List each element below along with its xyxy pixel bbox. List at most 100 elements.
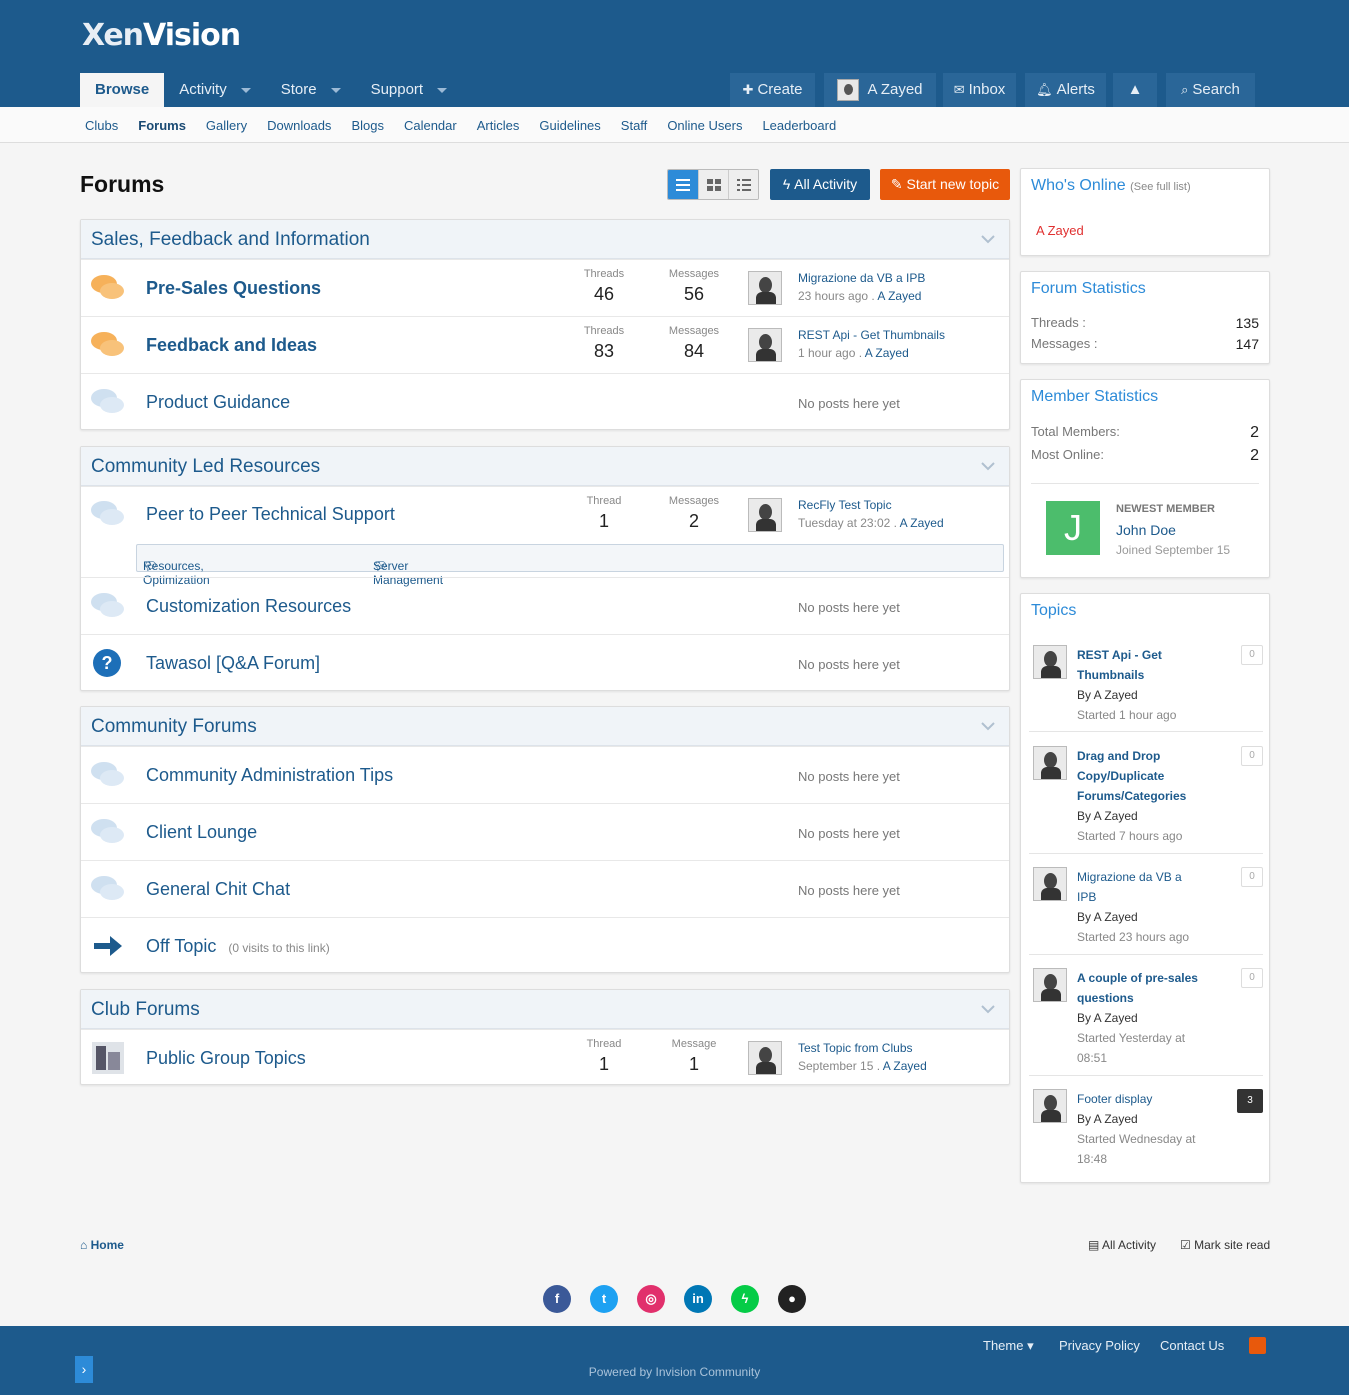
last-post-title[interactable]: REST Api - Get Thumbnails <box>798 328 945 342</box>
nav-activity[interactable]: Activity <box>164 73 266 107</box>
table-view-button[interactable] <box>668 170 698 199</box>
nav-browse[interactable]: Browse <box>80 73 165 107</box>
contact-us-link[interactable]: Contact Us <box>1160 1338 1224 1353</box>
forum-row[interactable]: Community Administration Tips No posts h… <box>81 746 1009 803</box>
chevron-down-icon[interactable] <box>981 719 995 733</box>
forum-title[interactable]: Customization Resources <box>146 596 351 617</box>
forum-title[interactable]: Product Guidance <box>146 392 290 413</box>
last-post-title[interactable]: Test Topic from Clubs <box>798 1041 913 1055</box>
all-activity-button[interactable]: ϟ All Activity <box>770 169 870 200</box>
category-header[interactable]: Community Forums <box>81 707 1009 746</box>
forum-row[interactable]: General Chit Chat No posts here yet <box>81 860 1009 917</box>
last-post-user[interactable]: A Zayed <box>883 1059 927 1073</box>
subnav-guidelines[interactable]: Guidelines <box>539 118 600 133</box>
topic-item[interactable]: Footer display By A Zayed Started Wednes… <box>1029 1089 1263 1169</box>
forum-title[interactable]: Peer to Peer Technical Support <box>146 504 395 525</box>
forum-title[interactable]: Client Lounge <box>146 822 257 843</box>
grid-view-button[interactable] <box>698 170 728 199</box>
nav-support[interactable]: Support <box>356 73 463 107</box>
create-button[interactable]: ✚ Create <box>730 73 815 107</box>
avatar[interactable] <box>1033 867 1067 901</box>
topic-item[interactable]: Migrazione da VB a IPB By A Zayed Started… <box>1029 867 1263 955</box>
avatar[interactable] <box>748 271 782 305</box>
facebook-icon[interactable]: f <box>543 1285 571 1313</box>
topic-title[interactable]: Footer display <box>1077 1089 1217 1109</box>
topic-item[interactable]: Drag and Drop Copy/Duplicate Forums/Catego… <box>1029 746 1263 854</box>
site-logo[interactable]: XenVision <box>82 18 241 53</box>
discord-icon[interactable]: ● <box>778 1285 806 1313</box>
forum-row[interactable]: Customization Resources No posts here ye… <box>81 577 1009 634</box>
twitter-icon[interactable]: t <box>590 1285 618 1313</box>
forum-title[interactable]: Community Administration Tips <box>146 765 393 786</box>
instagram-icon[interactable]: ◎ <box>637 1285 665 1313</box>
avatar[interactable] <box>1033 645 1067 679</box>
topic-title[interactable]: A couple of pre-sales questions <box>1077 968 1217 1008</box>
subnav-clubs[interactable]: Clubs <box>85 118 118 133</box>
breadcrumb-home[interactable]: ⌂ Home <box>80 1238 124 1252</box>
nav-store[interactable]: Store <box>266 73 356 107</box>
user-menu[interactable]: A Zayed <box>824 73 936 107</box>
forum-row[interactable]: Client Lounge No posts here yet <box>81 803 1009 860</box>
subnav-gallery[interactable]: Gallery <box>206 118 247 133</box>
topic-title[interactable]: Migrazione da VB a IPB <box>1077 867 1217 907</box>
topic-title[interactable]: Drag and Drop Copy/Duplicate Forums/Catego… <box>1077 746 1217 806</box>
newest-member-name[interactable]: John Doe <box>1116 522 1176 538</box>
inbox-button[interactable]: ✉ Inbox <box>943 73 1016 107</box>
topic-item[interactable]: A couple of pre-sales questions By A Zaye… <box>1029 968 1263 1076</box>
chevron-right-icon[interactable]: › <box>75 1356 93 1383</box>
subnav-staff[interactable]: Staff <box>621 118 648 133</box>
subnav-online-users[interactable]: Online Users <box>667 118 742 133</box>
topic-item[interactable]: REST Api - Get Thumbnails By A Zayed Star… <box>1029 645 1263 732</box>
avatar[interactable] <box>748 328 782 362</box>
report-button[interactable]: ▲ <box>1113 73 1157 107</box>
search-button[interactable]: ⌕ Search <box>1166 73 1255 107</box>
forum-title[interactable]: General Chit Chat <box>146 879 290 900</box>
avatar[interactable] <box>1033 746 1067 780</box>
subnav-calendar[interactable]: Calendar <box>404 118 457 133</box>
forum-title[interactable]: Public Group Topics <box>146 1048 306 1069</box>
avatar[interactable] <box>1033 1089 1067 1123</box>
last-post-user[interactable]: A Zayed <box>877 289 921 303</box>
privacy-policy-link[interactable]: Privacy Policy <box>1059 1338 1140 1353</box>
topic-title[interactable]: REST Api - Get Thumbnails <box>1077 645 1217 685</box>
forum-title[interactable]: Feedback and Ideas <box>146 335 317 356</box>
deviantart-icon[interactable]: ϟ <box>731 1285 759 1313</box>
last-post-title[interactable]: Migrazione da VB a IPB <box>798 271 925 285</box>
last-post-user[interactable]: A Zayed <box>865 346 909 360</box>
forum-title[interactable]: Pre-Sales Questions <box>146 278 321 299</box>
subnav-articles[interactable]: Articles <box>477 118 520 133</box>
avatar[interactable] <box>748 1041 782 1075</box>
forum-title[interactable]: Tawasol [Q&A Forum] <box>146 653 320 674</box>
chevron-down-icon[interactable] <box>981 459 995 473</box>
forum-row[interactable]: ? Tawasol [Q&A Forum] No posts here yet <box>81 634 1009 691</box>
subnav-leaderboard[interactable]: Leaderboard <box>762 118 836 133</box>
category-header[interactable]: Community Led Resources <box>81 447 1009 486</box>
linkedin-icon[interactable]: in <box>684 1285 712 1313</box>
fluid-view-button[interactable] <box>728 170 758 199</box>
mark-site-read-link[interactable]: ☑ Mark site read <box>1180 1238 1270 1252</box>
forum-row[interactable]: Feedback and Ideas Threads 83 Messages 84 … <box>81 316 1009 373</box>
footer-all-activity-link[interactable]: ▤ All Activity <box>1088 1238 1156 1252</box>
forum-row[interactable]: Product Guidance No posts here yet <box>81 373 1009 430</box>
see-full-list-link[interactable]: (See full list) <box>1130 181 1191 193</box>
subnav-forums[interactable]: Forums <box>138 118 186 133</box>
theme-selector[interactable]: Theme ▾ <box>983 1338 1034 1354</box>
forum-row[interactable]: Peer to Peer Technical Support Thread 1 M… <box>81 486 1009 587</box>
online-user[interactable]: A Zayed <box>1036 223 1084 238</box>
subnav-downloads[interactable]: Downloads <box>267 118 331 133</box>
chevron-down-icon[interactable] <box>981 1002 995 1016</box>
forum-title[interactable]: Off Topic (0 visits to this link) <box>146 936 330 957</box>
alerts-button[interactable]: 🔔︎ Alerts <box>1025 73 1106 107</box>
last-post-user[interactable]: A Zayed <box>900 516 944 530</box>
last-post-title[interactable]: RecFly Test Topic <box>798 498 892 512</box>
forum-row[interactable]: Pre-Sales Questions Threads 46 Messages 56… <box>81 259 1009 316</box>
avatar[interactable] <box>748 498 782 532</box>
rss-icon[interactable] <box>1249 1337 1266 1354</box>
newest-member-avatar[interactable]: J <box>1046 501 1100 555</box>
category-header[interactable]: Sales, Feedback and Information <box>81 220 1009 259</box>
start-new-topic-button[interactable]: ✎ Start new topic <box>880 169 1010 200</box>
avatar[interactable] <box>1033 968 1067 1002</box>
subnav-blogs[interactable]: Blogs <box>351 118 384 133</box>
forum-row[interactable]: Public Group Topics Thread 1 Message 1 Tes… <box>81 1029 1009 1086</box>
category-header[interactable]: Club Forums <box>81 990 1009 1029</box>
